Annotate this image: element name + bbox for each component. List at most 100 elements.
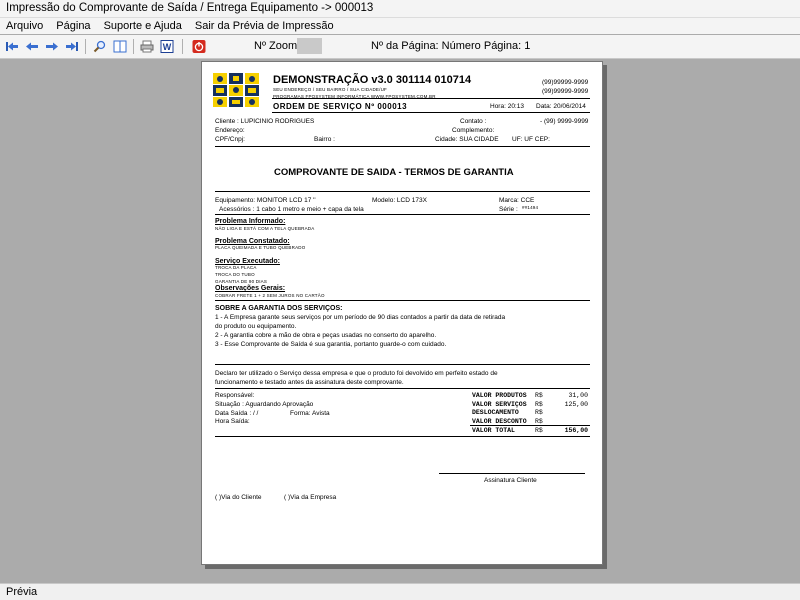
document-page: DEMONSTRAÇÃO v3.0 301114 010714 SEU ENDE… xyxy=(201,61,603,565)
print-icon[interactable] xyxy=(140,40,154,53)
totals-divider xyxy=(470,425,590,426)
warranty-line: do produto ou equipamento. xyxy=(215,323,297,330)
equipment-model: Modelo: LCD 173X xyxy=(372,197,427,204)
service-line: TROCA DA PLACA xyxy=(215,265,257,270)
problem-reported-label: Problema Informado: xyxy=(215,218,286,225)
zoom-icon[interactable] xyxy=(93,40,107,53)
section-divider xyxy=(215,146,590,147)
warranty-line: 2 - A garantia cobre a mão de obra e peç… xyxy=(215,332,437,339)
service-line: TROCA DO TUBO xyxy=(215,272,255,277)
client-uf: UF: UF CEP: xyxy=(512,136,550,143)
total-currency: R$ xyxy=(535,427,543,434)
section-divider xyxy=(215,191,590,192)
zoom-field[interactable] xyxy=(297,38,322,54)
total-label: VALOR PRODUTOS xyxy=(472,392,527,399)
company-phone-1: (99)99999-9999 xyxy=(542,79,589,86)
section-divider xyxy=(215,364,590,365)
company-address: SEU ENDEREÇO / SEU BAIRRO / SUA CIDADE/U… xyxy=(273,87,387,92)
section-divider xyxy=(215,300,590,301)
client-city: Cidade: SUA CIDADE xyxy=(435,136,499,143)
page-number-label: Nº da Página: Número Página: 1 xyxy=(371,40,531,52)
order-date: Data: 20/06/2014 xyxy=(536,103,586,110)
window-title-bar: Impressão do Comprovante de Saída / Entr… xyxy=(0,0,800,18)
declaration-line: Declaro ter utilizado o Serviço dessa em… xyxy=(215,370,498,377)
warranty-title: SOBRE A GARANTIA DOS SERVIÇOS: xyxy=(215,305,343,312)
toolbar-separator xyxy=(133,39,134,54)
menu-pagina[interactable]: Página xyxy=(56,18,90,34)
total-currency: R$ xyxy=(535,409,543,416)
menu-sair[interactable]: Sair da Prévia de Impressão xyxy=(195,18,334,34)
header-divider xyxy=(272,112,590,113)
total-currency: R$ xyxy=(535,392,543,399)
menu-bar: Arquivo Página Suporte e Ajuda Sair da P… xyxy=(0,18,800,34)
total-label: VALOR DESCONTO xyxy=(472,418,527,425)
company-phone-2: (99)99999-9999 xyxy=(542,88,589,95)
company-name: DEMONSTRAÇÃO v3.0 301114 010714 xyxy=(273,74,472,86)
client-phone: - (99) 9999-9999 xyxy=(540,118,589,125)
previous-page-icon[interactable] xyxy=(25,40,39,53)
order-hour: Hora: 20:13 xyxy=(490,103,524,110)
total-value: 156,00 xyxy=(564,427,588,434)
copy-client: ( )Via do Cliente xyxy=(215,494,262,501)
section-divider xyxy=(215,436,590,437)
client-name: Cliente : LUPICINIO RODRIGUES xyxy=(215,118,315,125)
status-bar: Prévia xyxy=(0,583,800,600)
total-label: VALOR TOTAL xyxy=(472,427,515,434)
toolbar-separator xyxy=(182,39,183,54)
client-bairro: Bairro : xyxy=(314,136,335,143)
toolbar: W Nº Zoom Nº da Página: Número Página: 1 xyxy=(0,35,800,59)
service-executed-label: Serviço Executado: xyxy=(215,258,280,265)
copy-company: ( )Via da Empresa xyxy=(284,494,337,501)
client-complement: Complemento: xyxy=(452,127,495,134)
exit-hour: Hora Saída: xyxy=(215,418,250,425)
status-text: Prévia xyxy=(6,586,38,598)
header-divider xyxy=(272,98,590,99)
situation: Situação : Aguardando Aprovação xyxy=(215,401,314,408)
section-divider xyxy=(215,214,590,215)
client-address: Endereço: xyxy=(215,127,245,134)
client-contact: Contato : xyxy=(460,118,487,125)
problem-found-label: Problema Constatado: xyxy=(215,238,290,245)
total-currency: R$ xyxy=(535,418,543,425)
total-value: 125,00 xyxy=(564,401,588,408)
signature-line xyxy=(439,473,585,474)
equipment-serial-label: Série : xyxy=(499,206,518,213)
total-currency: R$ xyxy=(535,401,543,408)
page-view-icon[interactable] xyxy=(113,40,127,53)
last-page-icon[interactable] xyxy=(65,40,79,53)
declaration-line: funcionamento e testado antes da assinat… xyxy=(215,379,404,386)
warranty-line: 3 - Esse Comprovante de Saída é sua gara… xyxy=(215,341,447,348)
observations: COBRAR FRETE 1 + 2 SEM JUROS NO CARTÃO xyxy=(215,293,325,298)
responsible: Responsável: xyxy=(215,392,255,399)
equipment-name: Equipamento: MONITOR LCD 17 '' xyxy=(215,197,316,204)
signature-label: Assinatura Cliente xyxy=(484,477,537,484)
problem-found: PLACA QUEIMADA E TUBO QUEBRADO xyxy=(215,245,306,250)
next-page-icon[interactable] xyxy=(45,40,59,53)
exit-date: Data Saída : / / xyxy=(215,410,259,417)
menu-arquivo[interactable]: Arquivo xyxy=(6,18,43,34)
toolbar-separator xyxy=(85,39,86,54)
total-value: 31,00 xyxy=(568,392,588,399)
close-preview-icon[interactable] xyxy=(192,40,206,53)
warranty-line: 1 - A Empresa garante seus serviços por … xyxy=(215,314,506,321)
problem-reported: NÃO LIGA E ESTÁ COM A TELA QUEBRADA xyxy=(215,226,315,231)
first-page-icon[interactable] xyxy=(5,40,19,53)
client-cpf: CPF/Cnpj: xyxy=(215,136,245,143)
window-title: Impressão do Comprovante de Saída / Entr… xyxy=(6,2,374,14)
total-label: VALOR SERVIÇOS xyxy=(472,401,527,408)
total-label: DESLOCAMENTO xyxy=(472,409,519,416)
order-number: ORDEM DE SERVIÇO Nº 000013 xyxy=(273,102,408,111)
payment-method: Forma: Avista xyxy=(290,410,330,417)
equipment-accessories: Acessórios : 1 cabo 1 metro e meio + cap… xyxy=(219,206,364,213)
zoom-label: Nº Zoom xyxy=(254,40,298,52)
company-logo xyxy=(212,72,260,108)
equipment-brand: Marca: CCE xyxy=(499,197,535,204)
equipment-serial-value: ##1494 xyxy=(522,205,539,210)
word-export-icon[interactable]: W xyxy=(160,40,174,53)
document-heading: COMPROVANTE DE SAIDA - TERMOS DE GARANTI… xyxy=(274,167,514,178)
service-line: GARANTIA DE 90 DIAS xyxy=(215,279,268,284)
menu-suporte[interactable]: Suporte e Ajuda xyxy=(104,18,182,34)
observations-label: Observações Gerais: xyxy=(215,285,286,292)
svg-text:W: W xyxy=(163,42,172,52)
section-divider xyxy=(215,388,590,389)
